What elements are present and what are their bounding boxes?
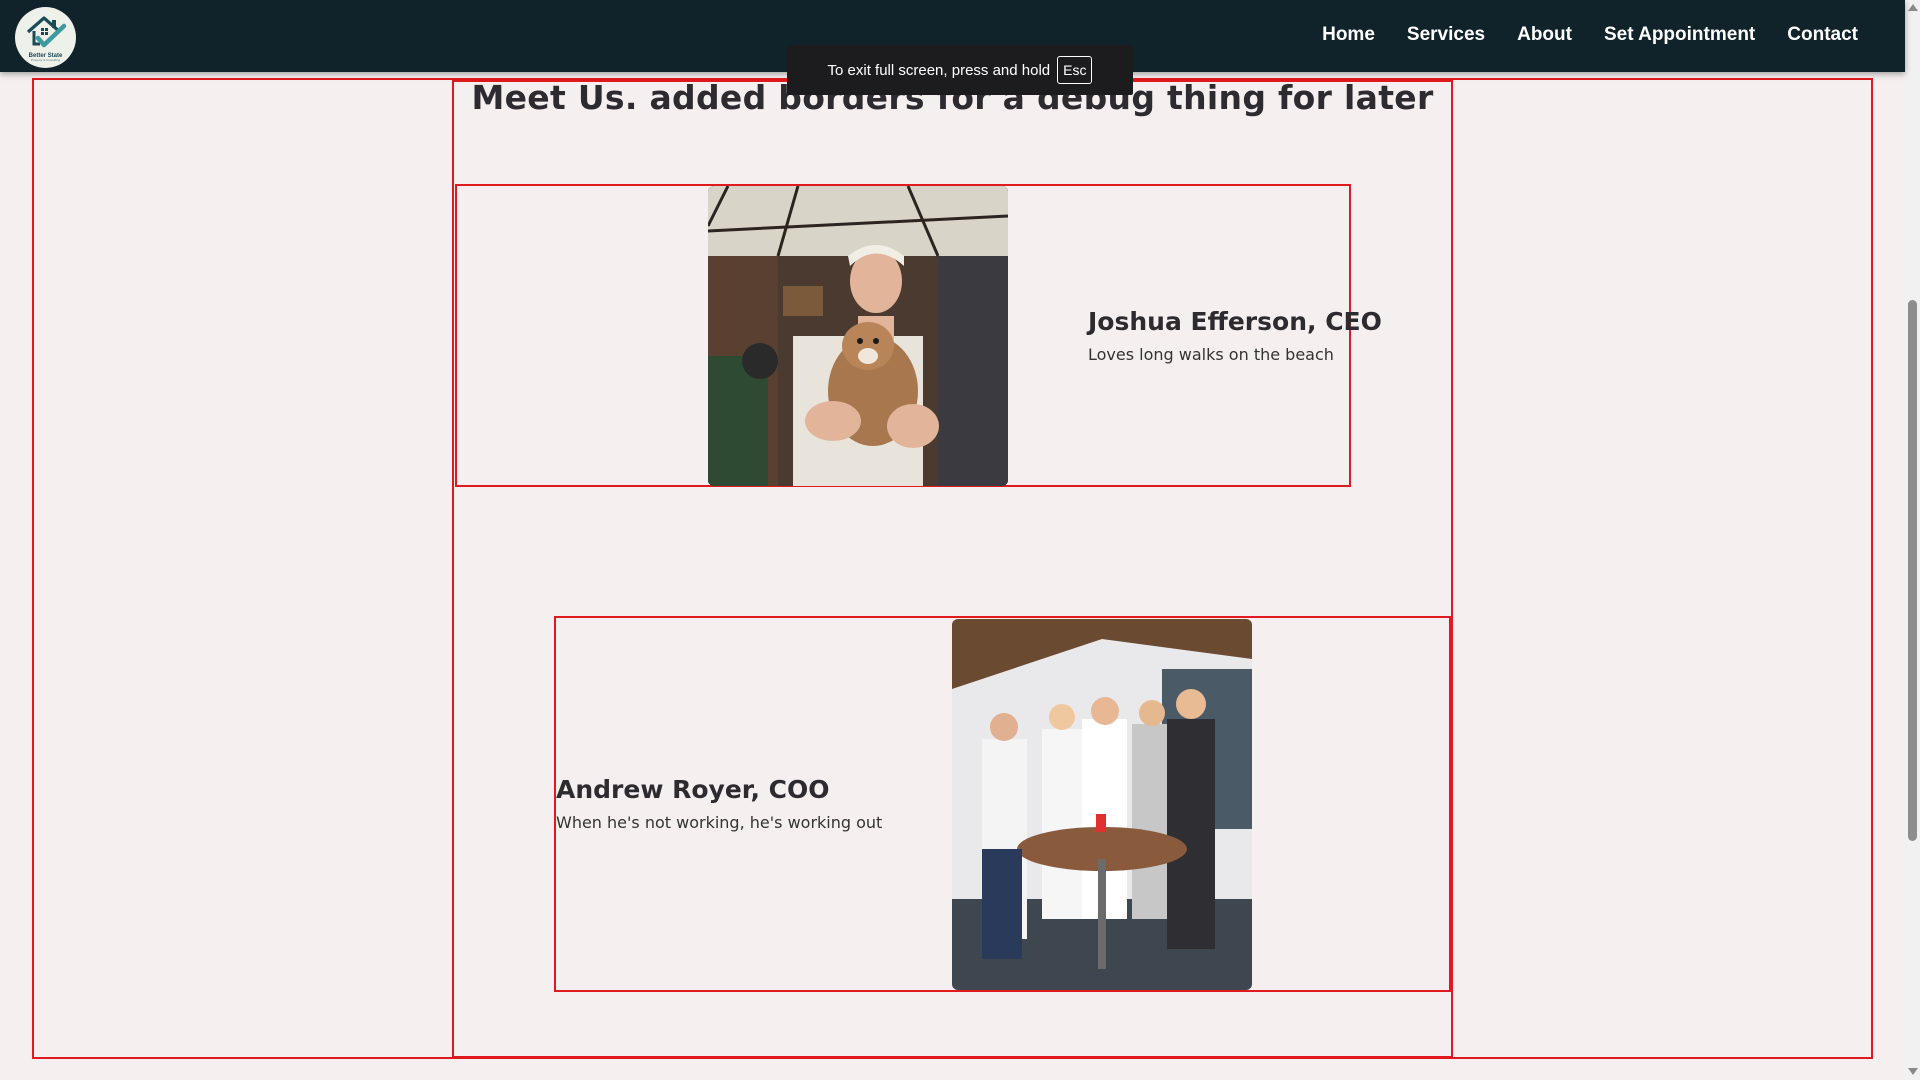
house-check-icon bbox=[26, 15, 66, 47]
nav-link-about[interactable]: About bbox=[1517, 24, 1572, 46]
ceo-photo bbox=[708, 186, 1008, 486]
ceo-description: Loves long walks on the beach bbox=[1088, 345, 1334, 364]
esc-key-badge: Esc bbox=[1057, 56, 1093, 84]
main-nav: Home Services About Set Appointment Cont… bbox=[1290, 0, 1858, 70]
nav-link-home[interactable]: Home bbox=[1322, 24, 1375, 46]
fullscreen-toast-message: To exit full screen, press and hold bbox=[827, 61, 1051, 79]
scroll-down-arrow-icon[interactable] bbox=[1908, 1068, 1918, 1075]
company-logo[interactable]: Better State Property & Consulting bbox=[15, 7, 76, 68]
nav-link-services[interactable]: Services bbox=[1407, 24, 1485, 46]
fullscreen-exit-toast: To exit full screen, press and hold Esc bbox=[787, 45, 1133, 95]
scroll-up-arrow-icon[interactable] bbox=[1908, 4, 1918, 11]
coo-name: Andrew Royer, COO bbox=[556, 775, 830, 804]
coo-photo bbox=[952, 619, 1252, 990]
nav-link-set-appointment[interactable]: Set Appointment bbox=[1604, 24, 1755, 46]
scrollbar-thumb[interactable] bbox=[1908, 300, 1917, 841]
logo-subtext: Property & Consulting bbox=[30, 57, 61, 62]
nav-link-contact[interactable]: Contact bbox=[1787, 24, 1858, 46]
coo-description: When he's not working, he's working out bbox=[556, 813, 883, 832]
ceo-name: Joshua Efferson, CEO bbox=[1088, 307, 1382, 336]
